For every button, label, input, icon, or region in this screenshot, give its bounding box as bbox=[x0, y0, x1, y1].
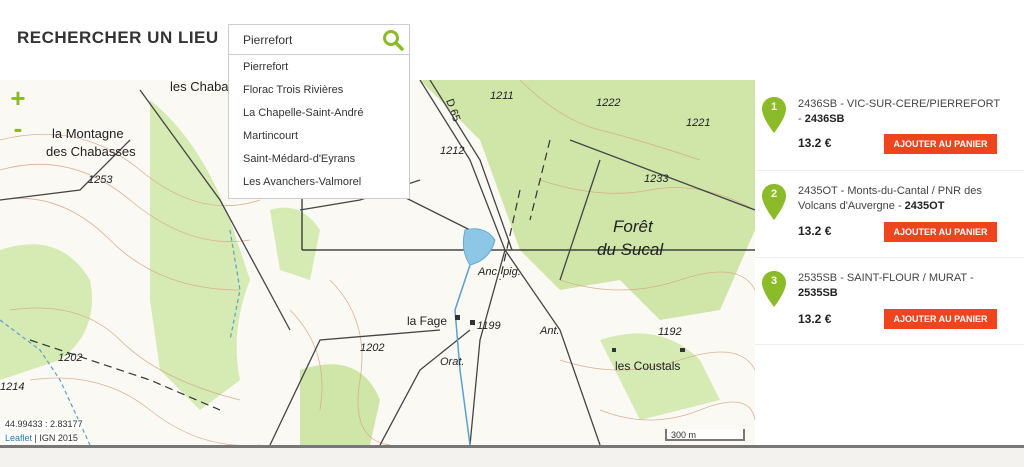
suggestion-item[interactable]: Florac Trois Rivières bbox=[229, 79, 409, 102]
result-price: 13.2 € bbox=[798, 312, 832, 326]
footer-bar bbox=[0, 445, 1024, 467]
result-title-text: 2535SB - SAINT-FLOUR / MURAT - bbox=[798, 272, 974, 284]
result-code: 2435OT bbox=[904, 200, 945, 212]
forest-area bbox=[300, 364, 380, 445]
zoom-control: + - bbox=[5, 85, 31, 146]
result-divider bbox=[755, 170, 1024, 171]
result-title-text: 2435OT - Monts-du-Cantal / PNR des Volca… bbox=[798, 185, 982, 212]
map-label: 1202 bbox=[58, 352, 82, 364]
search-suggestions: Pierrefort Florac Trois Rivières La Chap… bbox=[228, 55, 410, 199]
map-label: 1214 bbox=[0, 381, 24, 393]
map-label: les Coustals bbox=[615, 359, 680, 373]
result-price: 13.2 € bbox=[798, 224, 832, 238]
result-price: 13.2 € bbox=[798, 136, 832, 150]
page-header: RECHERCHER UN LIEU bbox=[0, 0, 1024, 80]
map-label: Orat. bbox=[440, 356, 464, 368]
search-input[interactable] bbox=[243, 33, 383, 47]
page-title: RECHERCHER UN LIEU bbox=[17, 28, 219, 47]
result-divider bbox=[755, 344, 1024, 345]
map-label: Anc. pig. bbox=[477, 266, 521, 278]
add-to-cart-button[interactable]: AJOUTER AU PANIER bbox=[884, 309, 997, 329]
map-attribution: Leaflet | IGN 2015 bbox=[3, 433, 80, 443]
lake bbox=[462, 228, 496, 266]
suggestion-item[interactable]: Martincourt bbox=[229, 125, 409, 148]
add-to-cart-button[interactable]: AJOUTER AU PANIER bbox=[884, 134, 997, 154]
coordinates-readout: 44.99433 : 2.83177 bbox=[3, 419, 85, 429]
map-label: 1222 bbox=[596, 97, 620, 109]
map-label: des Chabasses bbox=[46, 144, 136, 159]
map-label: 1221 bbox=[686, 117, 710, 129]
suggestion-item[interactable]: Les Avanchers-Valmorel bbox=[229, 171, 409, 194]
search-icon[interactable] bbox=[381, 28, 405, 52]
map-label: la Montagne bbox=[52, 126, 124, 141]
attribution-source: IGN 2015 bbox=[39, 433, 78, 443]
map-label: 1233 bbox=[644, 173, 669, 185]
map-marker-icon[interactable]: 1 bbox=[762, 97, 786, 133]
scale-bar: 300 m bbox=[665, 429, 745, 441]
result-title: 2435OT - Monts-du-Cantal / PNR des Volca… bbox=[798, 184, 1004, 214]
marker-number: 3 bbox=[770, 275, 778, 287]
forest-area bbox=[270, 207, 320, 280]
results-panel: 1 2436SB - VIC-SUR-CERE/PIERREFORT - 243… bbox=[755, 80, 1024, 445]
map-label: les Chabas bbox=[170, 80, 236, 94]
forest-area bbox=[420, 80, 755, 320]
map-label: la Fage bbox=[407, 314, 447, 328]
result-code: 2535SB bbox=[798, 287, 838, 299]
map-label: 1253 bbox=[88, 174, 113, 186]
zoom-out-button[interactable]: - bbox=[5, 115, 31, 142]
map-label: Forêt bbox=[613, 217, 654, 236]
map-marker-icon[interactable]: 2 bbox=[762, 184, 786, 220]
suggestion-item[interactable]: La Chapelle-Saint-André bbox=[229, 102, 409, 125]
forest-area bbox=[600, 333, 720, 420]
map-label: 1192 bbox=[658, 326, 682, 338]
add-to-cart-button[interactable]: AJOUTER AU PANIER bbox=[884, 222, 997, 242]
result-title: 2535SB - SAINT-FLOUR / MURAT - 2535SB bbox=[798, 271, 1004, 301]
marker-number: 1 bbox=[770, 101, 778, 113]
leaflet-link[interactable]: Leaflet bbox=[5, 433, 32, 443]
map-label: Ant. bbox=[539, 325, 560, 337]
map-label: du Sucal bbox=[597, 240, 664, 259]
suggestion-item[interactable]: Saint-Médard-d'Eyrans bbox=[229, 148, 409, 171]
map-marker-icon[interactable]: 3 bbox=[762, 271, 786, 307]
result-divider bbox=[755, 257, 1024, 258]
marker-number: 2 bbox=[770, 188, 778, 200]
map-label: 1211 bbox=[490, 90, 514, 102]
stream bbox=[454, 264, 471, 445]
suggestion-item[interactable]: Pierrefort bbox=[229, 56, 409, 79]
search-box[interactable] bbox=[228, 24, 410, 55]
map-label: 1212 bbox=[440, 145, 464, 157]
result-title: 2436SB - VIC-SUR-CERE/PIERREFORT - 2436S… bbox=[798, 97, 1004, 127]
result-code: 2436SB bbox=[804, 113, 845, 125]
map-label: 1199 bbox=[477, 320, 501, 332]
zoom-in-button[interactable]: + bbox=[5, 85, 31, 112]
map-label: 1202 bbox=[360, 342, 384, 354]
